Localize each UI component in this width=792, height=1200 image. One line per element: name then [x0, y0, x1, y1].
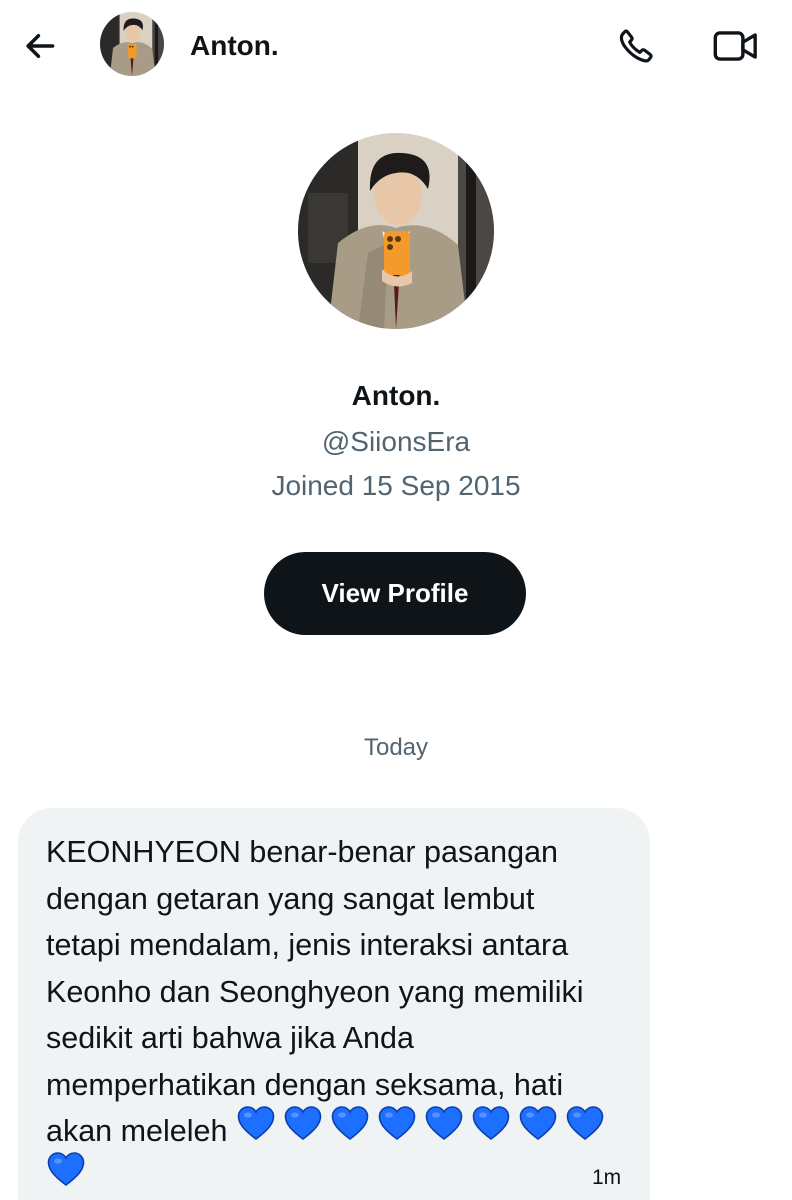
header-title[interactable]: Anton.	[190, 28, 279, 64]
message-timestamp: 1m	[592, 1166, 622, 1189]
blue-heart-icon	[284, 1106, 322, 1141]
chat-header: Anton.	[0, 0, 792, 92]
blue-heart-icon	[237, 1106, 275, 1141]
message-emoji	[46, 1150, 93, 1196]
profile-handle: @SiionsEra	[321, 426, 471, 457]
avatar-photo	[298, 133, 494, 329]
video-camera-icon	[713, 31, 757, 61]
profile-name: Anton.	[351, 380, 441, 411]
received-message-bubble[interactable]: KEONHYEON benar-benar pasangan dengan ge…	[18, 808, 650, 1200]
back-button[interactable]	[18, 24, 62, 68]
view-profile-button[interactable]: View Profile	[264, 552, 526, 635]
profile-joined-date: Joined 15 Sep 2015	[271, 470, 521, 501]
blue-heart-icon	[331, 1106, 369, 1141]
video-call-button[interactable]	[708, 22, 764, 70]
message-emoji	[236, 1104, 612, 1150]
avatar-photo	[100, 12, 164, 76]
blue-heart-icon	[47, 1152, 85, 1187]
audio-call-button[interactable]	[612, 22, 660, 70]
phone-icon	[619, 29, 653, 63]
blue-heart-icon	[566, 1106, 604, 1141]
header-avatar[interactable]	[100, 12, 164, 76]
blue-heart-icon	[472, 1106, 510, 1141]
blue-heart-icon	[425, 1106, 463, 1141]
blue-heart-icon	[378, 1106, 416, 1141]
arrow-left-icon	[26, 33, 55, 59]
blue-heart-icon	[519, 1106, 557, 1141]
profile-avatar[interactable]	[298, 133, 494, 329]
day-divider: Today	[363, 734, 429, 761]
